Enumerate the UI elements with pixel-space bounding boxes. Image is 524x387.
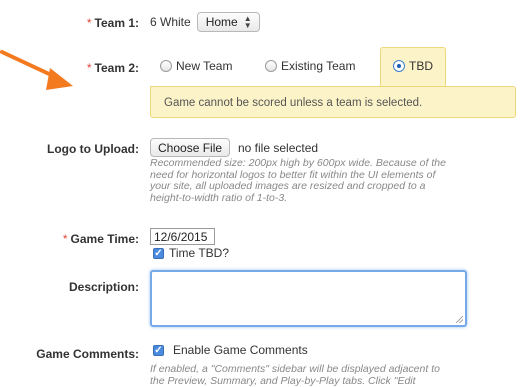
description-textarea[interactable] — [150, 270, 467, 327]
logo-label: Logo to Upload: — [47, 142, 139, 156]
comments-label: Game Comments: — [36, 347, 139, 361]
description-label: Description: — [68, 280, 139, 294]
required-marker: * — [86, 61, 92, 75]
team2-row: * Team 2: Game cannot be scored unless a … — [0, 47, 524, 118]
team1-label: * Team 1: — [86, 16, 139, 30]
comments-help-text: If enabled, a "Comments" sidebar will be… — [150, 363, 440, 387]
enable-comments-checkbox[interactable]: ✓ Enable Game Comments — [153, 343, 308, 357]
radio-tbd[interactable]: TBD — [393, 59, 433, 73]
game-time-label: * Game Time: — [62, 232, 139, 246]
resize-grip-icon[interactable] — [456, 316, 463, 323]
logo-row: Logo to Upload: Choose File no file sele… — [0, 138, 524, 218]
team1-name: 6 White — [150, 15, 191, 29]
description-row: Description: — [0, 270, 524, 330]
checkbox-checked-icon[interactable]: ✓ — [153, 344, 164, 356]
team1-row: * Team 1: 6 White Home ▲ ▼ — [0, 12, 524, 36]
file-status: no file selected — [238, 141, 319, 155]
comments-row: Game Comments: ✓ Enable Game Comments If… — [0, 342, 524, 387]
select-arrows-icon: ▲ ▼ — [243, 14, 252, 30]
team2-label: * Team 2: — [86, 61, 139, 75]
radio-circle[interactable] — [265, 60, 277, 72]
time-tbd-checkbox[interactable]: ✓ Time TBD? — [153, 246, 229, 260]
logo-help-text: Recommended size: 200px high by 600px wi… — [150, 157, 446, 204]
team1-location-select[interactable]: Home ▲ ▼ — [196, 12, 260, 32]
team2-notice-box: Game cannot be scored unless a team is s… — [150, 86, 516, 118]
choose-file-button[interactable]: Choose File — [150, 138, 231, 157]
required-marker: * — [86, 16, 92, 30]
radio-circle[interactable] — [160, 60, 172, 72]
game-time-row: * Game Time: 12/6/2015 ✓ Time TBD? — [0, 228, 524, 262]
radio-new-team[interactable]: New Team — [160, 59, 232, 73]
required-marker: * — [62, 232, 68, 246]
radio-existing-team[interactable]: Existing Team — [265, 59, 355, 73]
game-date-input[interactable]: 12/6/2015 — [150, 228, 215, 245]
radio-circle-selected[interactable] — [393, 60, 405, 72]
checkbox-checked-icon[interactable]: ✓ — [153, 247, 164, 259]
team2-notice-message: Game cannot be scored unless a team is s… — [164, 97, 423, 109]
